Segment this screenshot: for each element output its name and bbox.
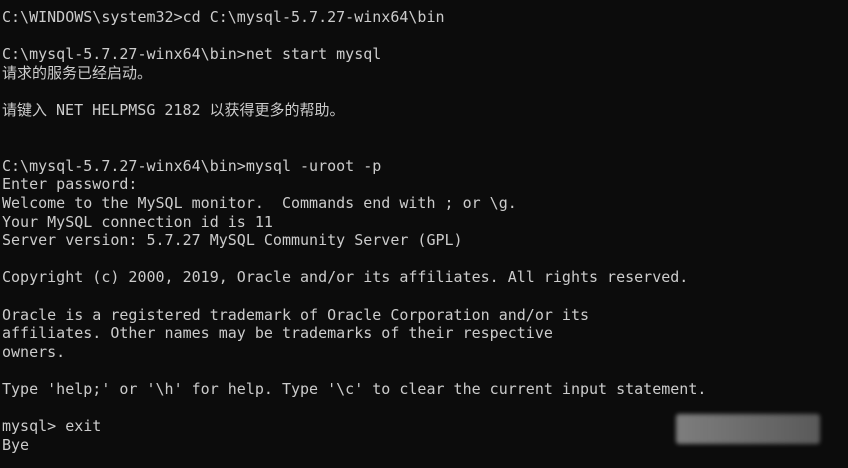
terminal-line: 请键入 NET HELPMSG 2182 以获得更多的帮助。 — [2, 100, 345, 119]
terminal-line: Your MySQL connection id is 11 — [2, 212, 273, 231]
watermark-logo — [676, 414, 820, 444]
terminal-line: C:\mysql-5.7.27-winx64\bin>mysql -uroot … — [2, 156, 382, 175]
terminal-line: Oracle is a registered trademark of Orac… — [2, 305, 589, 324]
terminal-line: C:\WINDOWS\system32>cd C:\mysql-5.7.27-w… — [2, 8, 445, 26]
terminal-line: C:\mysql-5.7.27-winx64\bin>net start mys… — [2, 45, 382, 64]
terminal-line: Welcome to the MySQL monitor. Commands e… — [2, 193, 517, 212]
terminal-window[interactable]: C:\WINDOWS\system32>cd C:\mysql-5.7.27-w… — [0, 0, 848, 468]
terminal-output: C:\WINDOWS\system32>cd C:\mysql-5.7.27-w… — [2, 8, 844, 454]
terminal-line: owners. — [2, 342, 66, 361]
terminal-line: Type 'help;' or '\h' for help. Type '\c'… — [2, 379, 707, 398]
terminal-line: affiliates. Other names may be trademark… — [2, 324, 553, 343]
terminal-line: Server version: 5.7.27 MySQL Community S… — [2, 231, 463, 250]
terminal-line: Enter password: — [2, 175, 138, 194]
terminal-line: Copyright (c) 2000, 2019, Oracle and/or … — [2, 268, 689, 287]
terminal-line: 请求的服务已经启动。 — [2, 63, 153, 82]
